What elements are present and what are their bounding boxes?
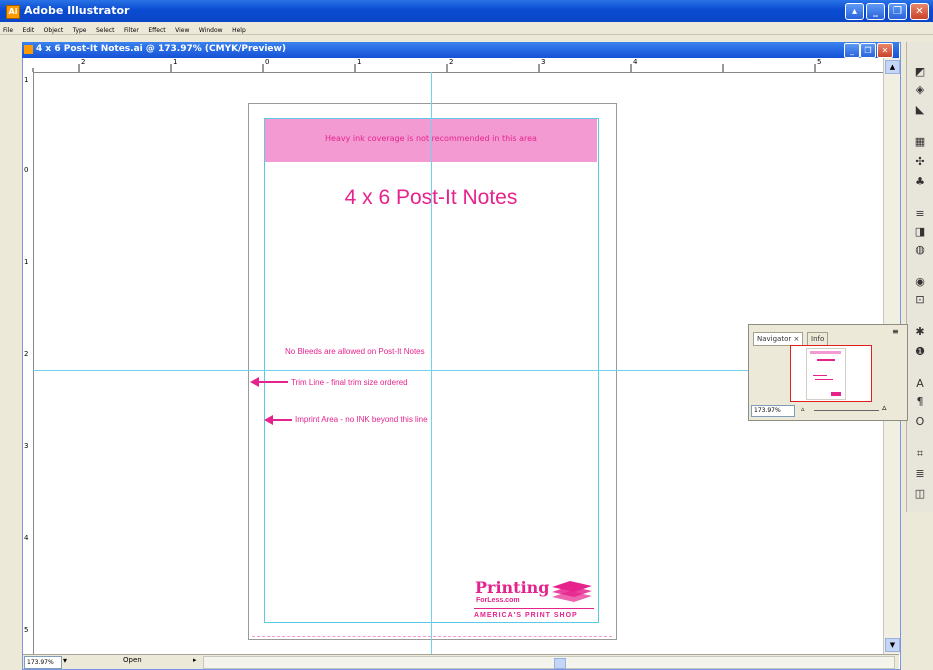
color-icon[interactable]: ◩ (912, 64, 928, 80)
trim-arrow-icon (250, 377, 288, 387)
logo-sub: ForLess.com (476, 597, 520, 604)
gradient-icon[interactable]: ◣ (912, 102, 928, 118)
pathfinder-icon[interactable]: ◫ (912, 486, 928, 502)
doc-close-button[interactable]: ✕ (877, 43, 893, 58)
scroll-down-arrow-icon[interactable]: ▼ (885, 638, 900, 652)
menu-file[interactable]: File (0, 25, 16, 37)
logo-divider (474, 608, 594, 609)
symbols-icon[interactable]: ✣ (912, 154, 928, 170)
logo-name: Printing (475, 578, 550, 597)
ruler-label: 3 (24, 442, 29, 450)
zoom-field[interactable]: 173.97% (24, 656, 62, 669)
character-icon[interactable]: A (912, 376, 928, 392)
document-title-bar[interactable]: 4 x 6 Post-It Notes.ai @ 173.97% (CMYK/P… (22, 42, 899, 58)
imprint-area-note: Imprint Area - no INK beyond this line (295, 415, 428, 424)
zoom-out-icon[interactable]: ▵ (801, 405, 805, 413)
ruler-label: 1 (24, 76, 29, 84)
panel-toggle-button[interactable]: ▴ (845, 3, 864, 20)
navigator-zoom-field[interactable]: 173.97% (751, 405, 795, 417)
transparency-icon[interactable]: ◨ (912, 224, 928, 240)
ruler-label: 1 (173, 58, 178, 66)
ruler-label: 1 (24, 258, 29, 266)
scroll-up-arrow-icon[interactable]: ▲ (885, 60, 900, 74)
ruler-label: 4 (633, 58, 638, 66)
ruler-label: 4 (24, 534, 29, 542)
restore-button[interactable]: ❐ (888, 3, 907, 20)
panel-menu-icon[interactable]: ≡ (892, 327, 899, 336)
vertical-guide[interactable] (431, 72, 432, 654)
status-menu-icon[interactable]: ▸ (193, 656, 197, 664)
menu-edit[interactable]: Edit (20, 25, 38, 37)
ruler-label: 0 (24, 166, 29, 174)
layers-icon[interactable]: ◉ (912, 274, 928, 290)
ruler-label: 5 (24, 626, 29, 634)
document-icon (24, 45, 33, 54)
no-bleed-note: No Bleeds are allowed on Post-It Notes (285, 347, 425, 356)
menu-view[interactable]: View (172, 25, 192, 37)
thumbnail-band (810, 351, 841, 354)
menu-window[interactable]: Window (196, 25, 226, 37)
thumbnail-logo (831, 392, 841, 396)
close-button[interactable]: ✕ (910, 3, 929, 20)
tab-navigator-label: Navigator (757, 335, 792, 343)
ruler-label: 2 (81, 58, 86, 66)
appearance-icon[interactable]: ◍ (912, 242, 928, 258)
document-title: 4 x 6 Post-It Notes.ai @ 173.97% (CMYK/P… (36, 44, 286, 54)
info-icon[interactable]: ❶ (912, 344, 928, 360)
zoom-slider[interactable] (814, 410, 879, 411)
scroll-thumb[interactable] (554, 658, 566, 669)
transform-icon[interactable]: ⌗ (912, 446, 928, 462)
bleed-line (252, 636, 612, 638)
graphic-styles-icon[interactable]: ♣ (912, 174, 928, 190)
ruler-label: 2 (449, 58, 454, 66)
logo-tagline: AMERICA'S PRINT SHOP (474, 612, 578, 619)
navigator-thumbnail (806, 348, 846, 400)
menu-select[interactable]: Select (93, 25, 118, 37)
stroke-icon[interactable]: ≡ (912, 206, 928, 222)
ruler-label: 5 (817, 58, 822, 66)
vertical-ruler[interactable]: 1 0 1 2 3 4 5 (23, 72, 34, 654)
status-text: Open (123, 656, 142, 664)
logo-stack-icon (552, 581, 592, 602)
right-tools-panel: ◩ ◈ ◣ ▦ ✣ ♣ ≡ ◨ ◍ ◉ ⊡ ✱ ❶ A ¶ O ⌗ ≣ ◫ (906, 42, 933, 512)
swatches-icon[interactable]: ◈ (912, 82, 928, 98)
brushes-icon[interactable]: ▦ (912, 134, 928, 150)
menu-object[interactable]: Object (41, 25, 67, 37)
menu-help[interactable]: Help (229, 25, 249, 37)
ruler-label: 1 (357, 58, 362, 66)
tab-info[interactable]: Info (807, 332, 829, 346)
paragraph-icon[interactable]: ¶ (912, 394, 928, 410)
tab-navigator[interactable]: Navigator × (753, 332, 804, 346)
menu-filter[interactable]: Filter (121, 25, 142, 37)
menu-effect[interactable]: Effect (145, 25, 168, 37)
doc-minimize-button[interactable]: _ (844, 43, 860, 58)
thumbnail-text (813, 375, 827, 376)
thumbnail-text (815, 379, 833, 380)
doc-restore-button[interactable]: ❐ (860, 43, 876, 58)
navigator-icon[interactable]: ✱ (912, 324, 928, 340)
illustrator-app-icon[interactable]: Ai (6, 5, 20, 19)
app-title-bar: Ai Adobe Illustrator ▴ _ ❐ ✕ (0, 0, 933, 22)
ruler-label: 0 (265, 58, 270, 66)
app-title: Adobe Illustrator (24, 4, 130, 17)
menu-type[interactable]: Type (70, 25, 90, 37)
menu-bar: File Edit Object Type Select Filter Effe… (0, 22, 933, 35)
minimize-button[interactable]: _ (866, 3, 885, 20)
horizontal-scrollbar[interactable] (203, 656, 895, 669)
horizontal-ruler[interactable]: 2 1 0 1 2 3 4 5 (23, 58, 883, 73)
thumbnail-heading (817, 359, 835, 361)
imprint-arrow-icon (264, 415, 292, 425)
ruler-label: 3 (541, 58, 546, 66)
trim-line-note: Trim Line - final trim size ordered (291, 378, 408, 387)
opentype-icon[interactable]: O (912, 414, 928, 430)
zoom-dropdown-icon[interactable]: ▾ (63, 656, 67, 665)
document-status-bar: 173.97% ▾ Open ▸ (23, 654, 899, 669)
align-icon[interactable]: ≣ (912, 466, 928, 482)
printingforless-logo: Printing ForLess.com AMERICA'S PRINT SHO… (472, 578, 596, 624)
ruler-label: 2 (24, 350, 29, 358)
zoom-in-icon[interactable]: ▵ (882, 403, 887, 413)
links-icon[interactable]: ⊡ (912, 292, 928, 308)
